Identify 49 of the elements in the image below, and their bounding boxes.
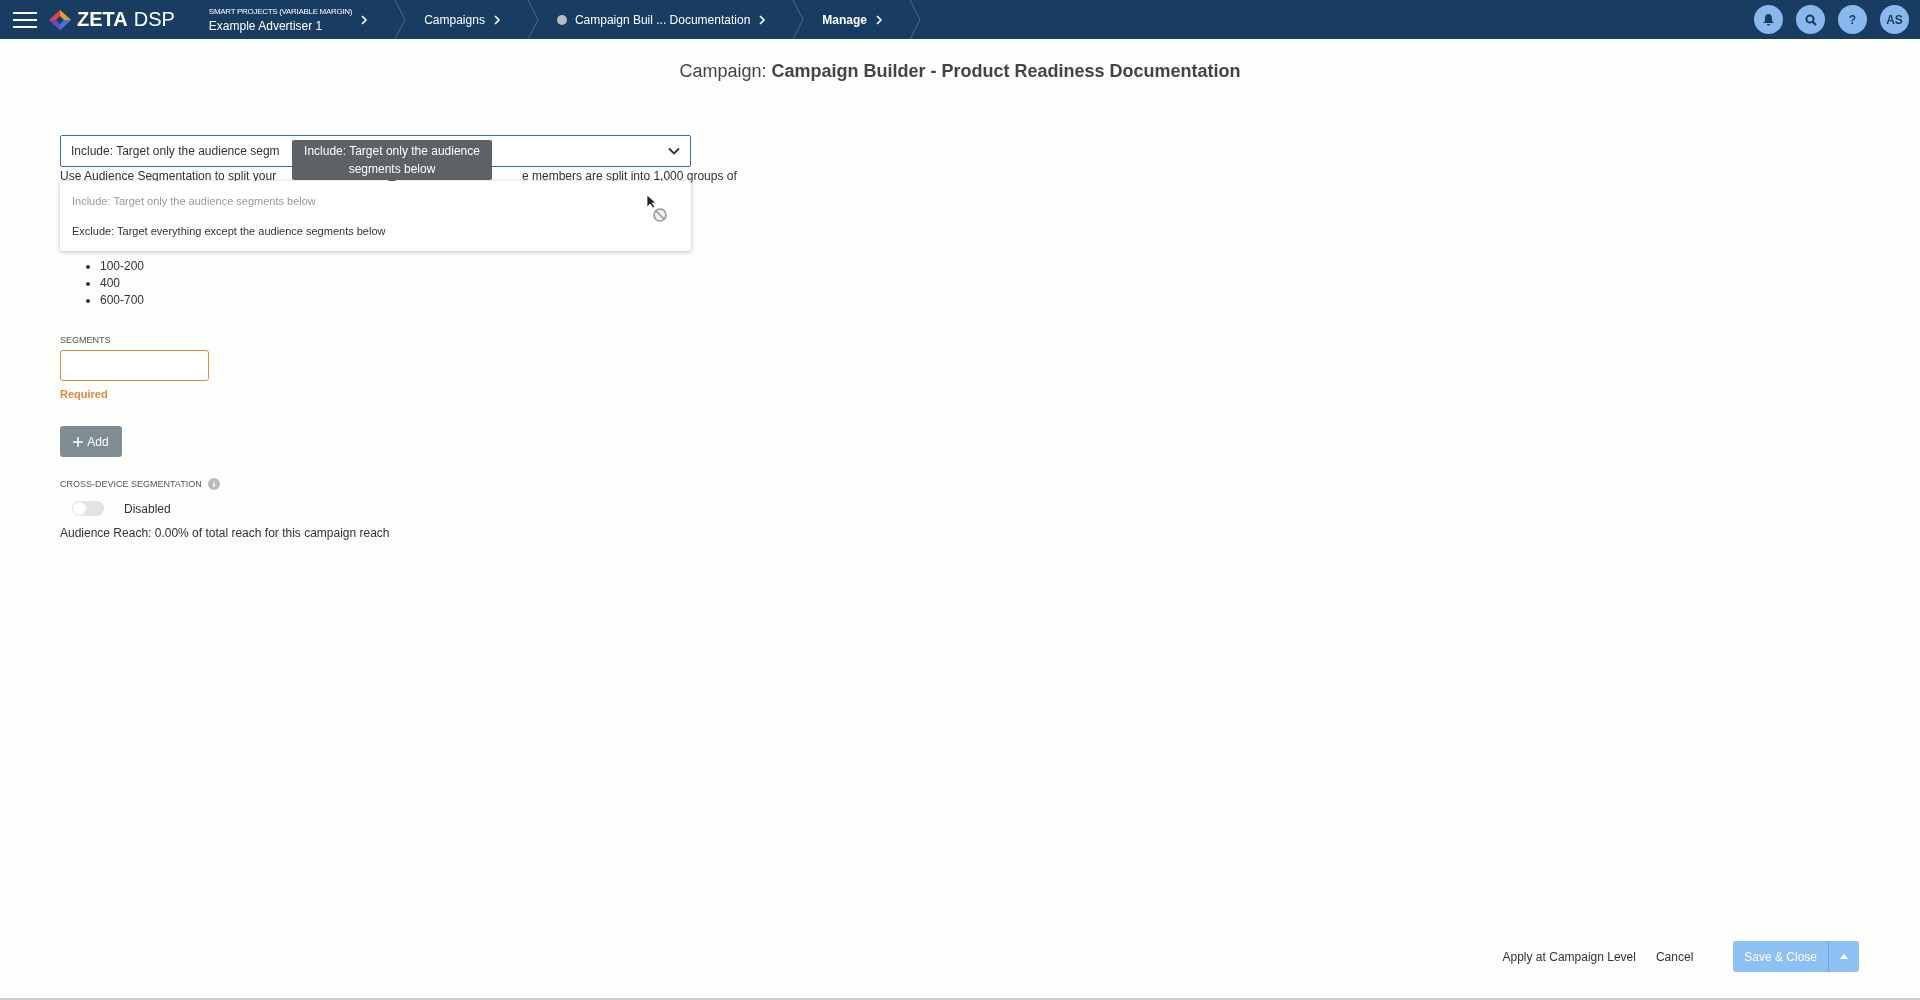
search-icon <box>1804 13 1817 26</box>
tooltip: Include: Target only the audience segments below <box>292 140 492 180</box>
breadcrumb-divider <box>792 0 805 39</box>
description-text: Use Audience Segmentation to split your <box>60 169 277 183</box>
notifications-button[interactable] <box>1754 5 1783 34</box>
help-button[interactable]: ? <box>1838 5 1867 34</box>
breadcrumb-link[interactable]: Example Advertiser 1 <box>208 18 353 33</box>
segment-range: 600-700 <box>100 292 145 309</box>
chevron-icon <box>758 14 767 25</box>
logo-brand: ZETA <box>77 8 128 31</box>
breadcrumb-divider <box>394 0 407 39</box>
breadcrumb-caption: SMART PROJECTS (VARIABLE MARGIN) <box>208 6 353 16</box>
segment-range: 100-200 <box>100 258 145 275</box>
dropdown-option[interactable]: Exclude: Target everything except the audience segments below <box>60 216 691 246</box>
field-label: CROSS-DEVICE SEGMENTATION <box>60 479 202 489</box>
breadcrumb-divider <box>909 0 921 39</box>
breadcrumb-divider <box>526 0 539 39</box>
apply-link[interactable]: Apply at Campaign Level <box>1502 949 1636 964</box>
description-text: e members are split into 1,000 groups of <box>522 169 737 184</box>
logo-product: DSP <box>133 8 175 31</box>
plus-icon <box>73 436 84 447</box>
status-dot <box>556 14 567 25</box>
user-avatar[interactable]: AS <box>1880 5 1909 34</box>
menu-icon[interactable] <box>13 11 37 28</box>
bell-icon <box>1763 13 1774 26</box>
toggle-switch[interactable] <box>72 501 104 516</box>
info-icon <box>207 478 220 490</box>
error-message: Required <box>60 388 109 400</box>
bullet-dot <box>86 281 90 286</box>
chevron-icon <box>492 14 501 25</box>
bullet-dot <box>86 264 90 269</box>
segment-range: 400 <box>100 275 121 292</box>
toggle-status: Disabled <box>124 501 171 516</box>
field-label: SEGMENTS <box>60 335 112 345</box>
chevron-icon <box>360 14 369 25</box>
breadcrumb-link[interactable]: Campaign Buil ... Documentation <box>574 12 751 27</box>
segments-input[interactable] <box>60 350 209 381</box>
cancel-link[interactable]: Cancel <box>1655 949 1694 964</box>
chevron-icon <box>875 14 883 25</box>
search-button[interactable] <box>1796 5 1825 34</box>
caret-icon <box>1840 954 1848 959</box>
bullet-dot <box>86 298 90 303</box>
not-allowed-cursor-icon <box>645 194 669 224</box>
chevron-icon <box>668 147 680 155</box>
breadcrumb-current[interactable]: Manage <box>822 12 867 27</box>
page-title: Campaign: Campaign Builder - Product Readiness Documentation <box>678 61 1242 82</box>
audience-reach-text: Audience Reach: 0.00% of total reach for this campaign reach <box>60 526 391 540</box>
breadcrumb-link[interactable]: Campaigns <box>424 12 485 27</box>
logo-icon <box>49 9 71 30</box>
